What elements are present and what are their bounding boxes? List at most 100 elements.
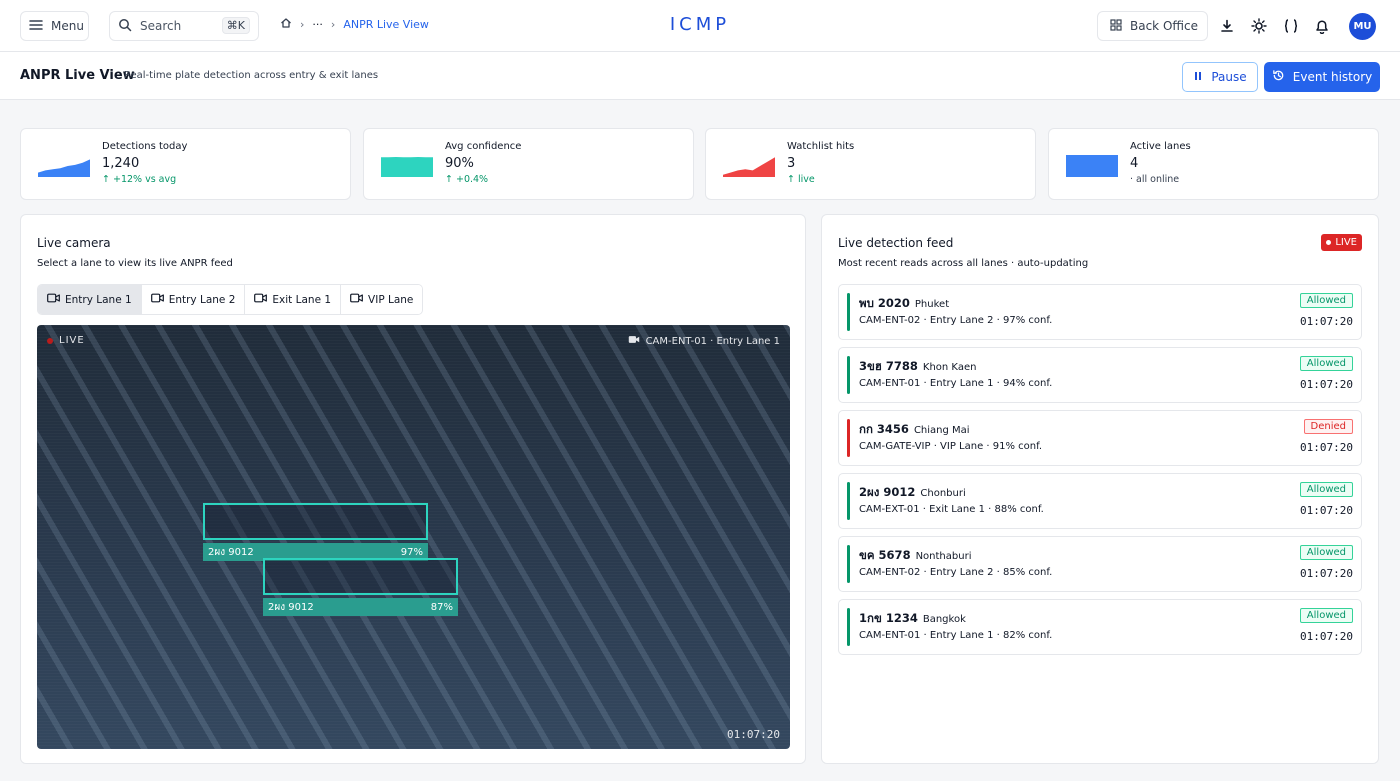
grid-icon	[1110, 18, 1122, 34]
chevron-right-icon: ›	[300, 18, 305, 31]
detection-tag: 2ผง 9012 87%	[263, 598, 458, 616]
video-camera-icon	[350, 293, 363, 306]
pause-label: Pause	[1211, 70, 1247, 84]
status-badge: Allowed	[1299, 608, 1353, 623]
menu-button[interactable]: Menu	[20, 11, 89, 41]
tab-entry-lane-1[interactable]: Entry Lane 1	[38, 285, 142, 314]
plate-province: Nonthaburi	[915, 551, 972, 562]
plate-number: พบ 2020	[859, 296, 910, 310]
status-bar	[847, 545, 850, 583]
feed-plate: 1กข 1234 Bangkok	[859, 610, 966, 628]
kpi-value: 4	[1130, 156, 1139, 171]
search-icon	[118, 18, 132, 35]
plate-number: กก 3456	[859, 422, 909, 436]
brand-logo: ICMP	[669, 14, 731, 35]
detection-box[interactable]	[263, 558, 458, 595]
home-icon[interactable]	[280, 17, 292, 32]
feed-item[interactable]: 1กข 1234 Bangkok CAM-ENT-01 · Entry Lane …	[838, 599, 1362, 655]
camera-live-indicator: LIVE	[47, 335, 85, 346]
page-title: ANPR Live View	[20, 68, 135, 83]
feed-time: 01:07:20	[1300, 441, 1353, 454]
feed-time: 01:07:20	[1300, 630, 1353, 643]
kpi-label: Active lanes	[1130, 141, 1191, 152]
tab-exit-lane-1[interactable]: Exit Lane 1	[245, 285, 342, 314]
pause-button[interactable]: Pause	[1182, 62, 1258, 92]
detection-plate: 2ผง 9012	[268, 601, 314, 613]
plate-province: Bangkok	[922, 614, 966, 625]
live-detection-feed-panel: Live detection feed Most recent reads ac…	[821, 214, 1379, 764]
back-office-label: Back Office	[1130, 19, 1198, 33]
video-camera-icon	[47, 293, 60, 306]
hamburger-icon	[29, 19, 43, 34]
avatar[interactable]: MU	[1349, 13, 1376, 40]
sun-icon[interactable]	[1250, 17, 1268, 35]
detection-confidence: 87%	[430, 601, 453, 613]
feed-item[interactable]: พบ 2020 Phuket CAM-ENT-02 · Entry Lane 2 …	[838, 284, 1362, 340]
page-header: ANPR Live View Real-time plate detection…	[0, 52, 1400, 100]
sparkline-chart	[723, 157, 775, 177]
feed-plate: 2ผง 9012 Chonburi	[859, 484, 966, 502]
kpi-watchlist-hits: Watchlist hits 3 ↑ live	[705, 128, 1036, 200]
panel-title: Live detection feed	[838, 236, 954, 250]
tab-label: VIP Lane	[368, 293, 414, 306]
breadcrumb: › ··· › ANPR Live View	[280, 17, 429, 32]
kpi-label: Avg confidence	[445, 141, 522, 152]
tab-entry-lane-2[interactable]: Entry Lane 2	[141, 285, 246, 314]
history-icon	[1272, 69, 1285, 85]
breadcrumb-current[interactable]: ANPR Live View	[343, 18, 429, 31]
status-bar	[847, 608, 850, 646]
camera-timestamp: 01:07:20	[727, 728, 780, 741]
live-dot-icon	[1326, 240, 1332, 245]
sparkline-chart	[1066, 155, 1118, 177]
status-bar	[847, 419, 850, 457]
download-icon[interactable]	[1218, 17, 1236, 35]
feed-plate: พบ 2020 Phuket	[859, 295, 949, 313]
breadcrumb-ellipsis[interactable]: ···	[312, 18, 323, 31]
camera-feed[interactable]: LIVE CAM-ENT-01 · Entry Lane 1 2ผง 9012 …	[37, 325, 790, 749]
chevron-right-icon: ›	[330, 18, 336, 31]
panel-subtitle: Select a lane to view its live ANPR feed	[37, 258, 233, 269]
live-dot-icon	[47, 337, 53, 344]
feed-item[interactable]: กก 3456 Chiang Mai CAM-GATE-VIP · VIP Lan…	[838, 410, 1362, 466]
live-camera-panel: Live camera Select a lane to view its li…	[20, 214, 806, 764]
menu-label: Menu	[51, 19, 84, 33]
kpi-label: Watchlist hits	[787, 141, 855, 152]
status-badge: Allowed	[1299, 482, 1353, 497]
feed-item[interactable]: ขค 5678 Nonthaburi CAM-ENT-02 · Entry Lan…	[838, 536, 1362, 592]
kpi-delta: ↑ +12% vs avg	[102, 174, 177, 185]
kpi-value: 1,240	[102, 156, 140, 171]
event-history-button[interactable]: Event history	[1264, 62, 1380, 92]
status-badge: Allowed	[1299, 545, 1353, 560]
feed-meta: CAM-EXT-01 · Exit Lane 1 · 88% conf.	[859, 504, 1044, 515]
sparkline-chart	[38, 159, 90, 177]
feed-plate: 3ขฮ 7788 Khon Kaen	[859, 358, 976, 376]
live-badge-label: LIVE	[1335, 237, 1357, 248]
kpi-delta: ↑ live	[787, 174, 815, 185]
video-camera-icon	[628, 335, 640, 347]
kpi-avg-confidence: Avg confidence 90% ↑ +0.4%	[363, 128, 694, 200]
search-shortcut: ⌘K	[221, 17, 250, 34]
feed-item[interactable]: 3ขฮ 7788 Khon Kaen CAM-ENT-01 · Entry Lan…	[838, 347, 1362, 403]
braces-icon[interactable]	[1282, 17, 1300, 35]
feed-item[interactable]: 2ผง 9012 Chonburi CAM-EXT-01 · Exit Lane …	[838, 473, 1362, 529]
event-history-label: Event history	[1292, 70, 1373, 84]
back-office-button[interactable]: Back Office	[1097, 11, 1208, 41]
kpi-label: Detections today	[102, 141, 188, 152]
search-button[interactable]: Search ⌘K	[109, 11, 259, 41]
panel-title: Live camera	[37, 236, 111, 250]
panel-subtitle: Most recent reads across all lanes · aut…	[838, 258, 1089, 269]
status-bar	[847, 356, 850, 394]
tab-vip-lane[interactable]: VIP Lane	[341, 285, 423, 314]
kpi-value: 3	[787, 156, 796, 171]
pause-icon	[1193, 70, 1203, 84]
detection-confidence: 97%	[400, 546, 423, 558]
tab-label: Entry Lane 2	[168, 293, 236, 306]
bell-icon[interactable]	[1313, 17, 1331, 35]
plate-province: Phuket	[914, 299, 950, 310]
feed-time: 01:07:20	[1300, 315, 1353, 328]
search-label: Search	[140, 19, 182, 33]
detection-box[interactable]	[203, 503, 428, 540]
camera-live-label: LIVE	[59, 335, 85, 346]
live-badge: LIVE	[1321, 234, 1362, 251]
status-badge: Denied	[1303, 419, 1353, 434]
